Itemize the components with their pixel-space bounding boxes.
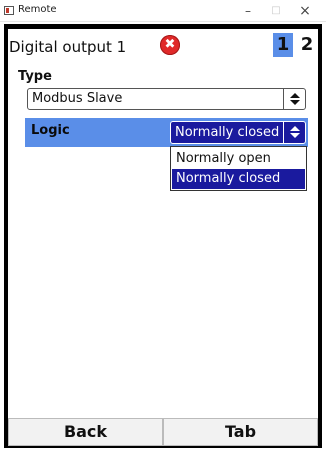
app-icon bbox=[4, 6, 14, 15]
close-button[interactable]: × bbox=[293, 2, 317, 20]
logic-row[interactable]: Logic Normally closed bbox=[25, 118, 308, 147]
screen-header: Digital output 1 ✖ 1 2 bbox=[8, 29, 318, 63]
page-title: Digital output 1 bbox=[9, 38, 127, 56]
type-select[interactable]: Modbus Slave bbox=[27, 88, 306, 110]
logic-dropdown-list: Normally open Normally closed bbox=[170, 146, 307, 191]
tab-1[interactable]: 1 bbox=[273, 33, 293, 57]
title-bar: Remote – □ × bbox=[0, 0, 326, 22]
updown-arrows-icon bbox=[283, 122, 305, 143]
footer-bar: Back Tab bbox=[8, 418, 318, 446]
logic-select[interactable]: Normally closed bbox=[170, 121, 306, 144]
type-label: Type bbox=[18, 69, 52, 84]
type-select-value: Modbus Slave bbox=[32, 91, 123, 106]
error-icon: ✖ bbox=[160, 35, 180, 55]
maximize-button[interactable]: □ bbox=[264, 2, 288, 20]
updown-arrows-icon bbox=[283, 89, 305, 109]
window-title: Remote bbox=[18, 4, 57, 15]
tab-button[interactable]: Tab bbox=[163, 418, 318, 446]
tab-2[interactable]: 2 bbox=[297, 33, 317, 57]
logic-select-value: Normally closed bbox=[175, 125, 280, 140]
remote-window: Remote – □ × Digital output 1 ✖ 1 2 Type… bbox=[0, 0, 326, 449]
option-normally-closed[interactable]: Normally closed bbox=[172, 169, 305, 189]
minimize-button[interactable]: – bbox=[236, 2, 260, 20]
logic-label: Logic bbox=[31, 123, 70, 138]
device-screen: Digital output 1 ✖ 1 2 Type Modbus Slave… bbox=[8, 29, 318, 446]
back-button[interactable]: Back bbox=[8, 418, 163, 446]
option-normally-open[interactable]: Normally open bbox=[172, 149, 305, 169]
